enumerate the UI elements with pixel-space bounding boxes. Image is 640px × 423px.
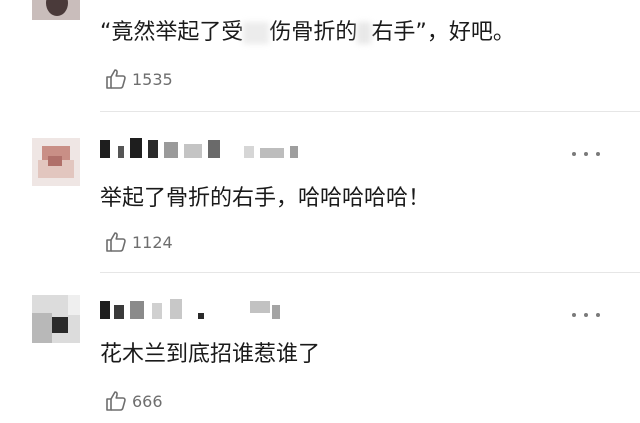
like-button[interactable]: 666 — [104, 388, 163, 414]
username-blurred[interactable] — [100, 138, 320, 160]
comment-3: 花木兰到底招谁惹谁了 666 — [0, 273, 640, 423]
comment-text: 花木兰到底招谁惹谁了 — [100, 342, 321, 367]
like-count: 1124 — [132, 232, 173, 252]
blurred-text — [357, 22, 372, 44]
like-count: 1535 — [132, 69, 173, 89]
comment-2: 举起了骨折的右手，哈哈哈哈哈！ 1124 — [0, 112, 640, 272]
like-count: 666 — [132, 391, 163, 411]
avatar[interactable] — [32, 138, 80, 186]
like-button[interactable]: 1535 — [104, 66, 173, 92]
username-blurred[interactable] — [100, 299, 300, 321]
comment-1: “竟然举起了受 伤骨折的 右手”，好吧。 1535 — [0, 0, 640, 120]
blurred-text — [243, 22, 270, 44]
comment-text: “竟然举起了受 伤骨折的 右手”，好吧。 — [100, 20, 515, 45]
like-button[interactable]: 1124 — [104, 229, 173, 255]
thumbs-up-icon — [106, 232, 126, 252]
thumbs-up-icon — [106, 69, 126, 89]
avatar[interactable] — [32, 295, 80, 343]
thumbs-up-icon — [106, 391, 126, 411]
avatar[interactable] — [32, 0, 80, 20]
more-options-button[interactable] — [572, 150, 602, 158]
more-options-button[interactable] — [572, 311, 602, 319]
comment-text: 举起了骨折的右手，哈哈哈哈哈！ — [100, 186, 431, 211]
